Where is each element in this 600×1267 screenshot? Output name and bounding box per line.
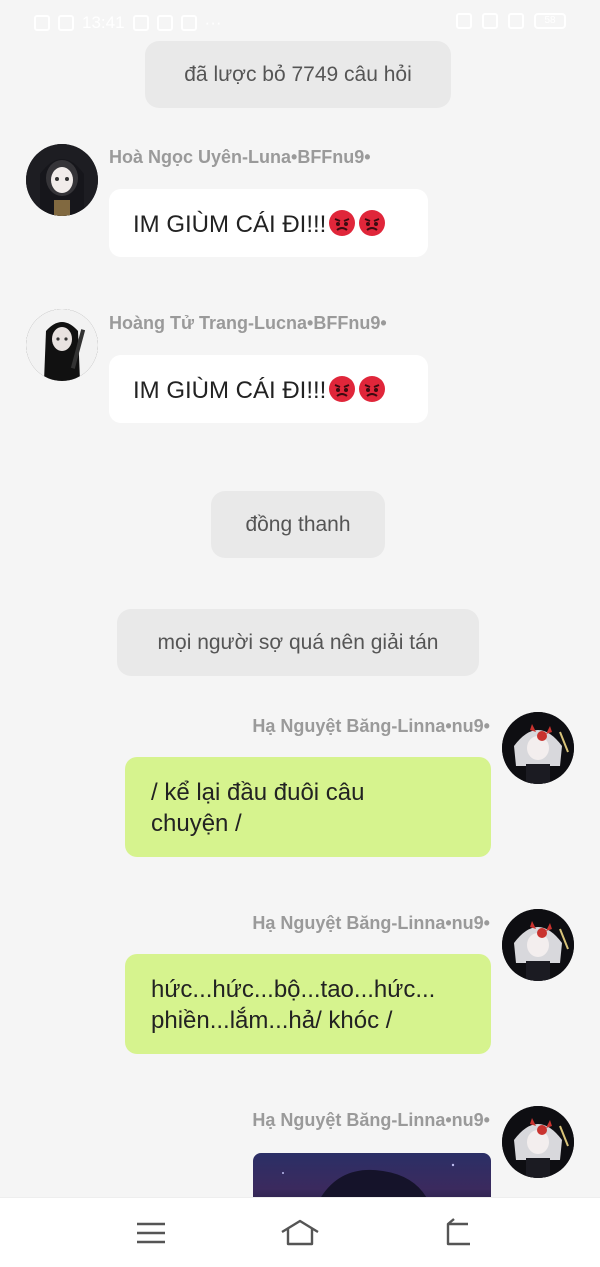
signal-icon: [34, 15, 50, 31]
sender-name: Hoà Ngọc Uyên-Luna•BFFnu9•: [109, 147, 371, 167]
message-text-line: / kể lại đầu đuôi câu: [151, 779, 365, 806]
avatar-white-hair-icon: [502, 712, 574, 784]
avatar[interactable]: [26, 144, 98, 216]
message-bubble[interactable]: IM GIÙM CÁI ĐI!!!: [109, 189, 428, 257]
message-text-line: phiền...lắm...hả/ khóc /: [151, 1007, 393, 1034]
avatar[interactable]: [502, 712, 574, 784]
angry-face-icon: [359, 376, 386, 402]
battery-icon: 58: [534, 13, 566, 29]
more-notifications-icon: ···: [204, 13, 222, 32]
vibrate-icon: [482, 13, 498, 29]
angry-face-icon: [329, 210, 356, 236]
sender-name: Hoàng Tử Trang-Lucna•BFFnu9•: [109, 313, 387, 333]
system-message: đã lược bỏ 7749 câu hỏi: [145, 41, 451, 108]
angry-face-icon: [359, 210, 386, 236]
message-bubble[interactable]: hức...hức...bộ...tao...hức... phiền...lắ…: [125, 954, 491, 1054]
sender-name: Hạ Nguyệt Băng-Linna•nu9•: [252, 1110, 490, 1130]
angry-face-icon: [329, 376, 356, 402]
status-time: 13:41: [82, 13, 125, 32]
home-icon[interactable]: [280, 1216, 320, 1250]
message-text-line: chuyện /: [151, 810, 242, 837]
facebook-icon: [156, 15, 173, 31]
menu-icon[interactable]: [131, 1216, 171, 1250]
sender-name: Hạ Nguyệt Băng-Linna•nu9•: [252, 716, 490, 736]
avatar-white-hair-icon: [502, 1106, 574, 1178]
navigation-bar: [0, 1197, 600, 1267]
message-text: IM GIÙM CÁI ĐI!!!: [133, 377, 327, 404]
system-message: mọi người sợ quá nên giải tán: [117, 609, 479, 676]
notification-icon: [132, 15, 149, 31]
message-bubble[interactable]: / kể lại đầu đuôi câu chuyện /: [125, 757, 491, 857]
status-bar: 13:41 ··· 58: [0, 0, 600, 44]
message-text: IM GIÙM CÁI ĐI!!!: [133, 211, 327, 238]
message-bubble[interactable]: IM GIÙM CÁI ĐI!!!: [109, 355, 428, 423]
signal-icon-2: [58, 15, 74, 31]
avatar[interactable]: [502, 1106, 574, 1178]
bluetooth-icon: [456, 13, 472, 29]
sender-name: Hạ Nguyệt Băng-Linna•nu9•: [252, 913, 490, 933]
avatar[interactable]: [502, 909, 574, 981]
avatar-girl-icon: [26, 144, 98, 216]
back-icon[interactable]: [438, 1216, 478, 1250]
wifi-icon: [508, 13, 524, 29]
avatar-boy-icon: [26, 309, 98, 381]
image-thumbnail: [282, 1163, 455, 1197]
image-attachment[interactable]: [253, 1153, 491, 1197]
messenger-icon: [180, 15, 197, 31]
avatar[interactable]: [26, 309, 98, 381]
message-text-line: hức...hức...bộ...tao...hức...: [151, 976, 436, 1003]
chat-area[interactable]: 13:41 ··· 58 đã lược bỏ 7749 câu hỏi Hoà…: [0, 0, 600, 1197]
system-message: đồng thanh: [211, 491, 385, 558]
avatar-white-hair-icon: [502, 909, 574, 981]
